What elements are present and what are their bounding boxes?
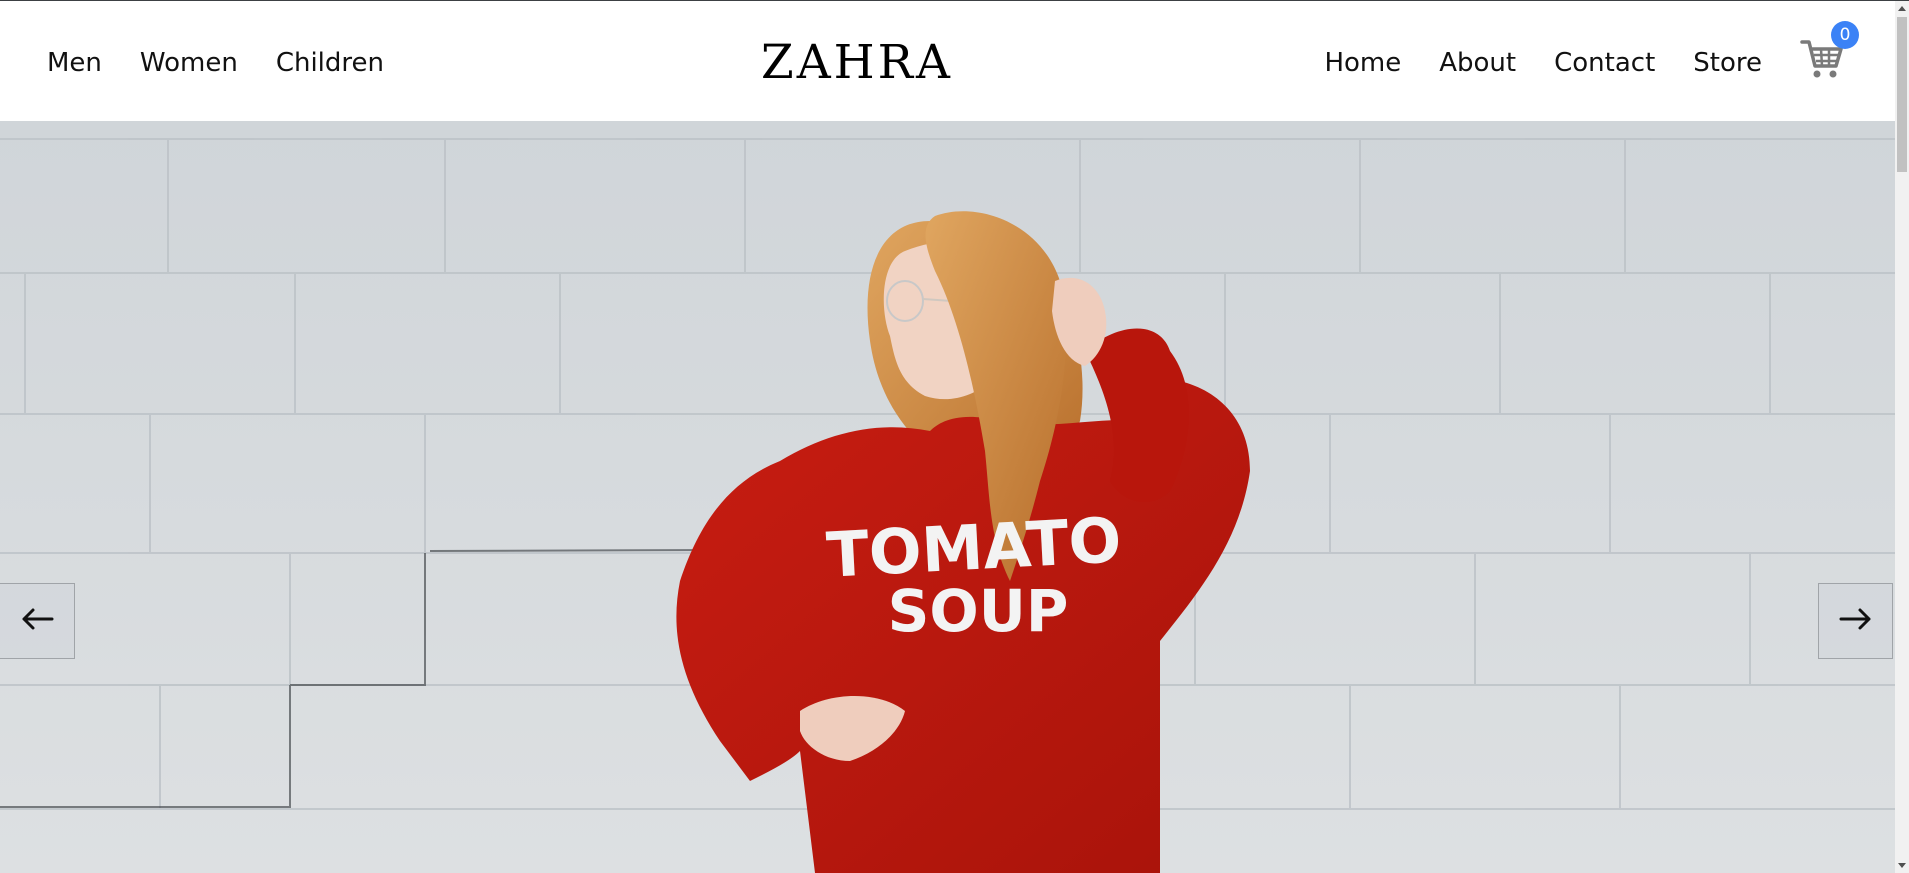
scroll-up-arrow[interactable] <box>1895 1 1909 15</box>
arrow-left-icon <box>20 607 54 635</box>
nav-link-home[interactable]: Home <box>1324 45 1401 81</box>
scroll-down-arrow[interactable] <box>1895 859 1909 873</box>
category-nav: Men Women Children <box>47 45 384 81</box>
sweater-text-line2: SOUP <box>888 577 1069 645</box>
arrow-right-icon <box>1839 607 1873 635</box>
nav-link-about[interactable]: About <box>1439 45 1516 81</box>
nav-link-men[interactable]: Men <box>47 45 102 81</box>
nav-link-contact[interactable]: Contact <box>1554 45 1655 81</box>
site-header: Men Women Children ZAHRA Home About Cont… <box>0 1 1895 121</box>
nav-link-store[interactable]: Store <box>1693 45 1762 81</box>
slider-prev-button[interactable] <box>0 583 75 659</box>
scrollbar-thumb[interactable] <box>1897 17 1907 172</box>
page-scrollbar[interactable] <box>1895 1 1909 873</box>
nav-link-children[interactable]: Children <box>276 45 384 81</box>
hero-image: TOMATO SOUP <box>0 121 1895 873</box>
brand-logo[interactable]: ZAHRA <box>761 35 953 90</box>
cart-count-badge: 0 <box>1831 21 1859 49</box>
hero-slider: TOMATO SOUP <box>0 121 1895 873</box>
page-viewport: Men Women Children ZAHRA Home About Cont… <box>0 0 1895 873</box>
main-nav: Home About Contact Store <box>1324 45 1762 81</box>
slider-next-button[interactable] <box>1818 583 1893 659</box>
nav-link-women[interactable]: Women <box>140 45 238 81</box>
